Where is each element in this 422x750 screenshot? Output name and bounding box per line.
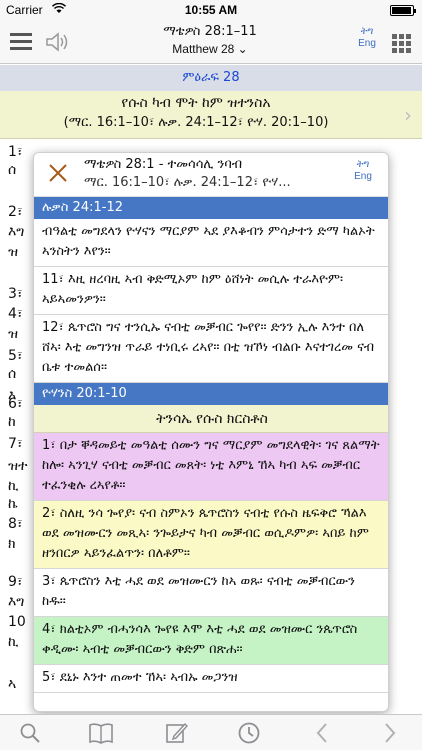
navigation-bar: ማቴዎስ 28:1–11 Matthew 28 ⌄ ትግ Eng: [0, 20, 422, 64]
list-item[interactable]: 2፣: [8, 204, 23, 220]
list-item[interactable]: 1፣: [8, 144, 23, 160]
status-bar: Carrier 10:55 AM: [0, 0, 422, 20]
popup-title: ማቴዎስ 28:1 - ተመሳሳሊ ንባብ: [84, 157, 243, 172]
chevron-right-icon[interactable]: [376, 721, 402, 745]
list-item[interactable]: ኬ: [8, 496, 18, 512]
list-item[interactable]: ብዓልቲ መግደላን ዮሃናን ማርያም ኣደ ያእቆብን ምሳታተን ድማ ካ…: [34, 219, 388, 267]
list-item[interactable]: 12፣ ጴጥሮስ ግና ተንሲኡ ናብቲ መቓብር ጐየየ። ድንን ኢሉ እን…: [34, 315, 388, 383]
nav-title-english[interactable]: Matthew 28 ⌄: [110, 42, 310, 56]
battery-icon: [390, 5, 416, 16]
popup-language-toggle-button[interactable]: ትግ Eng: [348, 159, 378, 183]
nav-title-geez[interactable]: ማቴዎስ 28:1–11: [110, 24, 310, 39]
section-header[interactable]: የሱስ ካብ ሞት ከም ዝተንስአ (ማር. 16:1–10፣ ሉቃ. 24:…: [0, 91, 422, 139]
chevron-right-icon[interactable]: ›: [404, 103, 412, 127]
list-item[interactable]: 7፣: [8, 436, 23, 452]
passage-section-title: ትንሳኤ የሱስ ክርስቶስ: [34, 405, 388, 433]
popup-body[interactable]: ሉቃስ 24:1-12 ብዓልቲ መግደላን ዮሃናን ማርያም ኣደ ያእቆብ…: [34, 197, 388, 711]
history-clock-icon[interactable]: [236, 721, 262, 745]
popup-references: ማር. 16:1–10፣ ሉቃ. 24:1–12፣ ዮሃ...: [84, 175, 291, 190]
list-item[interactable]: ዝ: [8, 244, 18, 260]
language-toggle-button[interactable]: ትግ Eng: [352, 26, 382, 50]
list-item[interactable]: ዝተ: [8, 458, 28, 474]
passage-header-luke[interactable]: ሉቃስ 24:1-12: [34, 197, 388, 219]
book-icon[interactable]: [88, 721, 114, 745]
chevron-left-icon[interactable]: [310, 721, 336, 745]
section-title: የሱስ ካብ ሞት ከም ዝተንስአ: [121, 95, 271, 111]
list-item[interactable]: 4፣ ክልቲኦም ብሓንሳእ ጐየዩ እሞ እቲ ሓደ ወደ መዝሙር ንጴጥሮ…: [34, 617, 388, 665]
list-item[interactable]: 10: [8, 614, 26, 630]
list-item[interactable]: ኣ: [8, 676, 16, 692]
grid-icon[interactable]: [392, 34, 411, 53]
list-item[interactable]: 3፣ ጴጥሮስን እቲ ሓደ ወደ መዝሙርን ከኣ ወጹ፡ ናብቲ መቓብርው…: [34, 569, 388, 617]
list-item[interactable]: ኪ: [8, 634, 19, 650]
list-item[interactable]: 9፣: [8, 574, 23, 590]
chapter-header: ምዕራፍ 28: [0, 65, 422, 91]
list-item[interactable]: 6፣: [8, 396, 23, 412]
list-item[interactable]: 5፣: [8, 348, 23, 364]
search-icon[interactable]: [18, 721, 44, 745]
parallel-passages-popup: ማቴዎስ 28:1 - ተመሳሳሊ ንባብ ማር. 16:1–10፣ ሉቃ. 2…: [33, 152, 389, 712]
list-item[interactable]: 5፣ ደኒኑ እንተ ጠመተ ኸኣ፡ ኣብኡ መጋንዝ: [34, 665, 388, 693]
close-icon[interactable]: [46, 161, 70, 185]
popup-header: ማቴዎስ 28:1 - ተመሳሳሊ ንባብ ማር. 16:1–10፣ ሉቃ. 2…: [34, 153, 388, 197]
popup-language-english-label: Eng: [354, 171, 372, 182]
note-edit-icon[interactable]: [164, 721, 190, 745]
list-item[interactable]: ሰ: [8, 162, 16, 178]
list-item[interactable]: ኪ: [8, 478, 19, 494]
clock: 10:55 AM: [184, 3, 238, 17]
list-item[interactable]: ክ: [8, 536, 16, 552]
language-english-label: Eng: [358, 38, 376, 49]
list-item[interactable]: እግ: [8, 594, 24, 610]
list-item[interactable]: 3፣: [8, 286, 23, 302]
section-references: (ማር. 16:1–10፣ ሉቃ. 24:1–12፣ ዮሃ. 20:1–10): [63, 115, 329, 130]
list-item[interactable]: 2፣ ስለዚ ንሳ ጐየያ፡ ናብ ስምኦን ጴጥሮስን ናብቲ የሱስ ዜፍቅ…: [34, 501, 388, 569]
popup-language-geez-label: ትግ: [356, 159, 370, 170]
list-item[interactable]: 11፣ እዚ ዘረባዚ ኣብ ቅድሚኦም ከም ዕሸነት መሲሉ ተራእዮም፡ …: [34, 267, 388, 315]
menu-icon[interactable]: [10, 33, 32, 51]
list-item[interactable]: ሰ: [8, 366, 16, 382]
passage-header-john[interactable]: ዮሃንስ 20:1-10: [34, 383, 388, 405]
list-item[interactable]: ዝ: [8, 326, 18, 342]
bottom-toolbar: [0, 714, 422, 750]
speaker-icon[interactable]: [44, 30, 70, 54]
list-item[interactable]: 4፣: [8, 306, 23, 322]
list-item[interactable]: እግ: [8, 224, 24, 240]
list-item[interactable]: 8፣: [8, 516, 23, 532]
language-geez-label: ትግ: [360, 26, 374, 37]
list-item[interactable]: 1፣ በታ ቐዳመይቲ መዓልቲ ሰሙን ግና ማርያም መግደላዊት፡ ገና …: [34, 433, 388, 501]
list-item[interactable]: ከ: [8, 414, 16, 430]
